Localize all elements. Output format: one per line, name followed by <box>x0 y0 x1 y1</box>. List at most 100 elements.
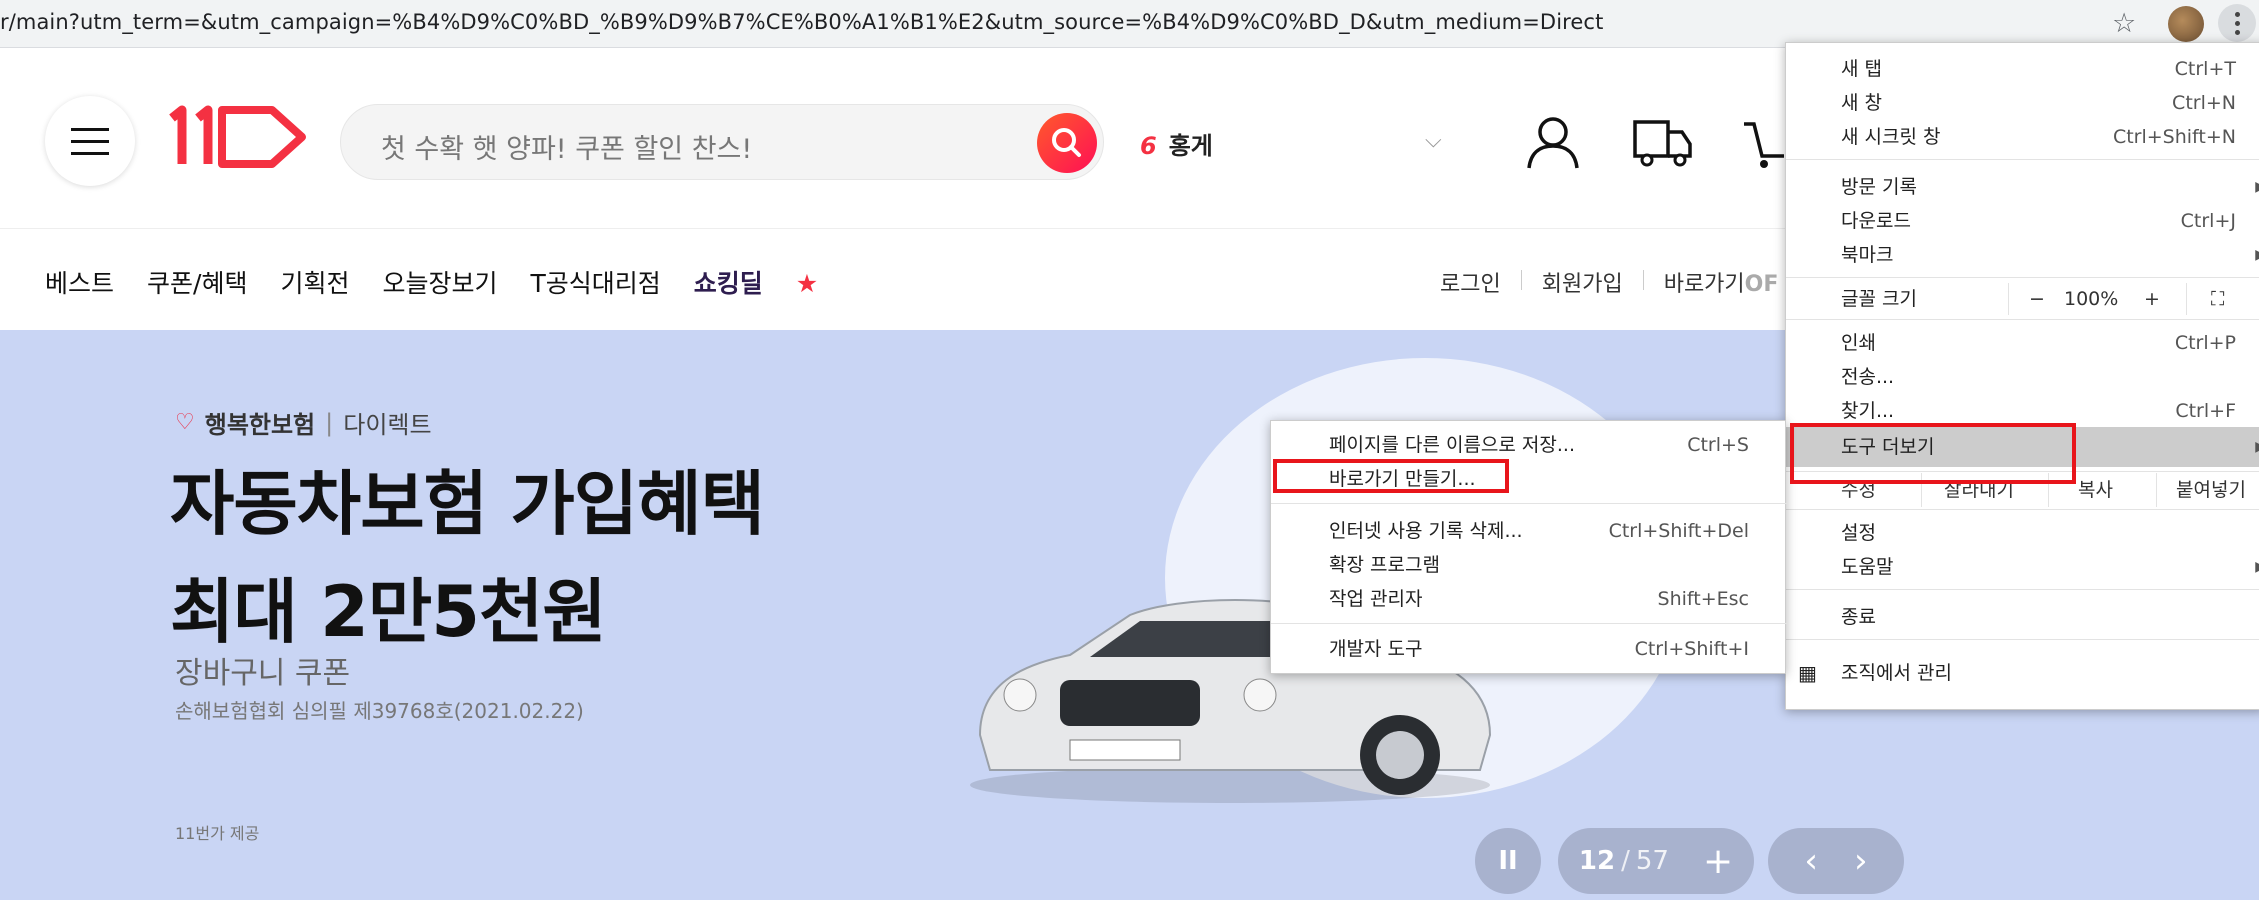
submenu-arrow-icon: ▶ <box>2255 427 2259 467</box>
search-input[interactable]: 첫 수확 햇 양파! 쿠폰 할인 찬스! <box>340 104 1104 180</box>
search-icon <box>1052 128 1081 157</box>
menu-item-print[interactable]: 인쇄 Ctrl+P <box>1786 327 2259 359</box>
util-nav: 로그인 회원가입 바로가기OF <box>1440 266 1778 298</box>
kebab-menu-icon[interactable] <box>2218 4 2256 42</box>
menu-item-zoom: 글꼴 크기 − 100% + ⛶ <box>1786 283 2259 315</box>
nav-item-exhibition[interactable]: 기획전 <box>280 264 349 300</box>
submenu-arrow-icon: ▶ <box>2255 239 2259 271</box>
divider <box>2186 283 2187 315</box>
menu-label: 작업 관리자 <box>1329 588 1423 610</box>
menu-shortcut: Ctrl+Shift+Del <box>1608 520 1749 542</box>
delivery-truck-icon[interactable] <box>1632 116 1694 168</box>
address-bar[interactable]: r/main?utm_term=&utm_campaign=%B4%D9%C0%… <box>0 0 2259 48</box>
prev-arrow-icon[interactable]: ‹ <box>1804 841 1818 881</box>
copy-button[interactable]: 복사 <box>2078 473 2113 507</box>
page-total: 57 <box>1635 846 1669 876</box>
banner-provider: 11번가 제공 <box>175 824 260 843</box>
menu-shortcut: Ctrl+N <box>2172 92 2236 114</box>
submenu-item-save-page[interactable]: 페이지를 다른 이름으로 저장... Ctrl+S <box>1271 429 1787 461</box>
submenu-item-dev-tools[interactable]: 개발자 도구 Ctrl+Shift+I <box>1271 633 1787 665</box>
nav-item-coupon[interactable]: 쿠폰/혜택 <box>147 264 247 300</box>
menu-item-incognito[interactable]: 새 시크릿 창 Ctrl+Shift+N <box>1786 121 2259 153</box>
menu-shortcut: Ctrl+T <box>2174 58 2236 80</box>
logo[interactable] <box>168 104 310 170</box>
trend-rank: 6 <box>1140 132 1157 160</box>
menu-label: 북마크 <box>1841 244 1894 266</box>
menu-divider <box>1786 639 2259 640</box>
divider <box>1642 270 1644 290</box>
menu-label: 조직에서 관리 <box>1841 662 1952 684</box>
menu-shortcut: Ctrl+Shift+I <box>1634 638 1749 660</box>
shortcut-label: 바로가기 <box>1663 272 1745 297</box>
nav-item-shocking-deal[interactable]: 쇼킹딜 ★ <box>694 264 818 300</box>
shocking-deal-label: 쇼킹딜 <box>693 269 763 298</box>
pause-button[interactable]: II <box>1475 828 1541 894</box>
fullscreen-icon[interactable]: ⛶ <box>2211 283 2224 315</box>
banner-headline: 자동차보험 가입혜택 최대 2만5천원 <box>170 450 765 666</box>
menu-item-settings[interactable]: 설정 <box>1786 517 2259 549</box>
divider <box>2156 473 2157 507</box>
zoom-out-button[interactable]: − <box>2029 283 2045 315</box>
menu-shortcut: Ctrl+Shift+N <box>2112 126 2236 148</box>
menu-item-exit[interactable]: 종료 <box>1786 601 2259 633</box>
menu-item-downloads[interactable]: 다운로드 Ctrl+J <box>1786 205 2259 237</box>
menu-label: 인쇄 <box>1841 332 1876 354</box>
banner-brand-name: 행복한보험 <box>204 411 316 439</box>
banner-brand: ♡ 행복한보험 | 다이렉트 <box>175 405 432 440</box>
cart-icon[interactable] <box>1742 114 1784 170</box>
menu-shortcut: Ctrl+S <box>1687 434 1749 456</box>
hamburger-menu-icon[interactable] <box>45 96 135 186</box>
nav-item-best[interactable]: 베스트 <box>45 264 114 300</box>
menu-item-history[interactable]: 방문 기록 ▶ <box>1786 171 2259 203</box>
login-link[interactable]: 로그인 <box>1440 266 1501 298</box>
menu-label: 페이지를 다른 이름으로 저장... <box>1329 434 1575 456</box>
menu-item-cast[interactable]: 전송... <box>1786 361 2259 393</box>
menu-label: 설정 <box>1841 522 1876 544</box>
menu-label: 전송... <box>1841 366 1895 388</box>
banner-brand-sub: 다이렉트 <box>343 411 432 439</box>
menu-label: 새 탭 <box>1841 58 1882 80</box>
menu-shortcut: Ctrl+J <box>2180 210 2236 232</box>
trending-keyword[interactable]: 6 홍게 <box>1140 126 1213 161</box>
shocking-deal-star-icon: ★ <box>795 269 819 298</box>
main-nav: 베스트 쿠폰/혜택 기획전 오늘장보기 T공식대리점 쇼킹딜 ★ <box>45 264 851 300</box>
user-icon[interactable] <box>1525 114 1581 170</box>
menu-item-bookmarks[interactable]: 북마크 ▶ <box>1786 239 2259 271</box>
search-button[interactable] <box>1037 113 1097 173</box>
brand-divider: | <box>325 408 334 437</box>
shortcut-link[interactable]: 바로가기OF <box>1664 266 1779 298</box>
submenu-item-task-manager[interactable]: 작업 관리자 Shift+Esc <box>1271 583 1787 615</box>
shortcut-suffix: OF <box>1744 272 1779 297</box>
profile-icon[interactable] <box>2168 6 2204 42</box>
search-placeholder: 첫 수확 햇 양파! 쿠폰 할인 찬스! <box>381 134 753 165</box>
menu-label: 새 창 <box>1841 92 1882 114</box>
page-slash: / <box>1621 846 1630 876</box>
nav-item-t-store[interactable]: T공식대리점 <box>530 264 660 300</box>
menu-label: 방문 기록 <box>1841 176 1917 198</box>
menu-label: 새 시크릿 창 <box>1841 126 1941 148</box>
nav-item-grocery[interactable]: 오늘장보기 <box>382 264 497 300</box>
menu-item-new-tab[interactable]: 새 탭 Ctrl+T <box>1786 53 2259 85</box>
menu-item-new-window[interactable]: 새 창 Ctrl+N <box>1786 87 2259 119</box>
star-icon[interactable]: ☆ <box>2112 8 2136 39</box>
chevron-down-icon[interactable]: ⌵ <box>1425 128 1442 153</box>
menu-divider <box>1271 503 1787 504</box>
zoom-in-button[interactable]: + <box>2144 283 2160 315</box>
menu-item-managed[interactable]: ▦ 조직에서 관리 <box>1786 657 2259 689</box>
submenu-item-extensions[interactable]: 확장 프로그램 <box>1271 549 1787 581</box>
trend-keyword: 홍게 <box>1168 132 1213 160</box>
menu-divider <box>1786 589 2259 590</box>
menu-label: 개발자 도구 <box>1329 638 1423 660</box>
menu-item-help[interactable]: 도움말 ▶ <box>1786 551 2259 583</box>
next-arrow-icon[interactable]: › <box>1854 841 1868 881</box>
submenu-item-clear-data[interactable]: 인터넷 사용 기록 삭제... Ctrl+Shift+Del <box>1271 515 1787 547</box>
menu-divider <box>1271 623 1787 624</box>
submenu-arrow-icon: ▶ <box>2255 171 2259 203</box>
menu-divider <box>1786 319 2259 320</box>
menu-label: 종료 <box>1841 606 1876 628</box>
page-indicator[interactable]: 12/57 + <box>1558 828 1754 894</box>
signup-link[interactable]: 회원가입 <box>1542 266 1623 298</box>
plus-icon[interactable]: + <box>1703 841 1733 882</box>
paste-button[interactable]: 붙여넣기 <box>2176 473 2246 507</box>
url-text[interactable]: r/main?utm_term=&utm_campaign=%B4%D9%C0%… <box>0 10 1603 34</box>
